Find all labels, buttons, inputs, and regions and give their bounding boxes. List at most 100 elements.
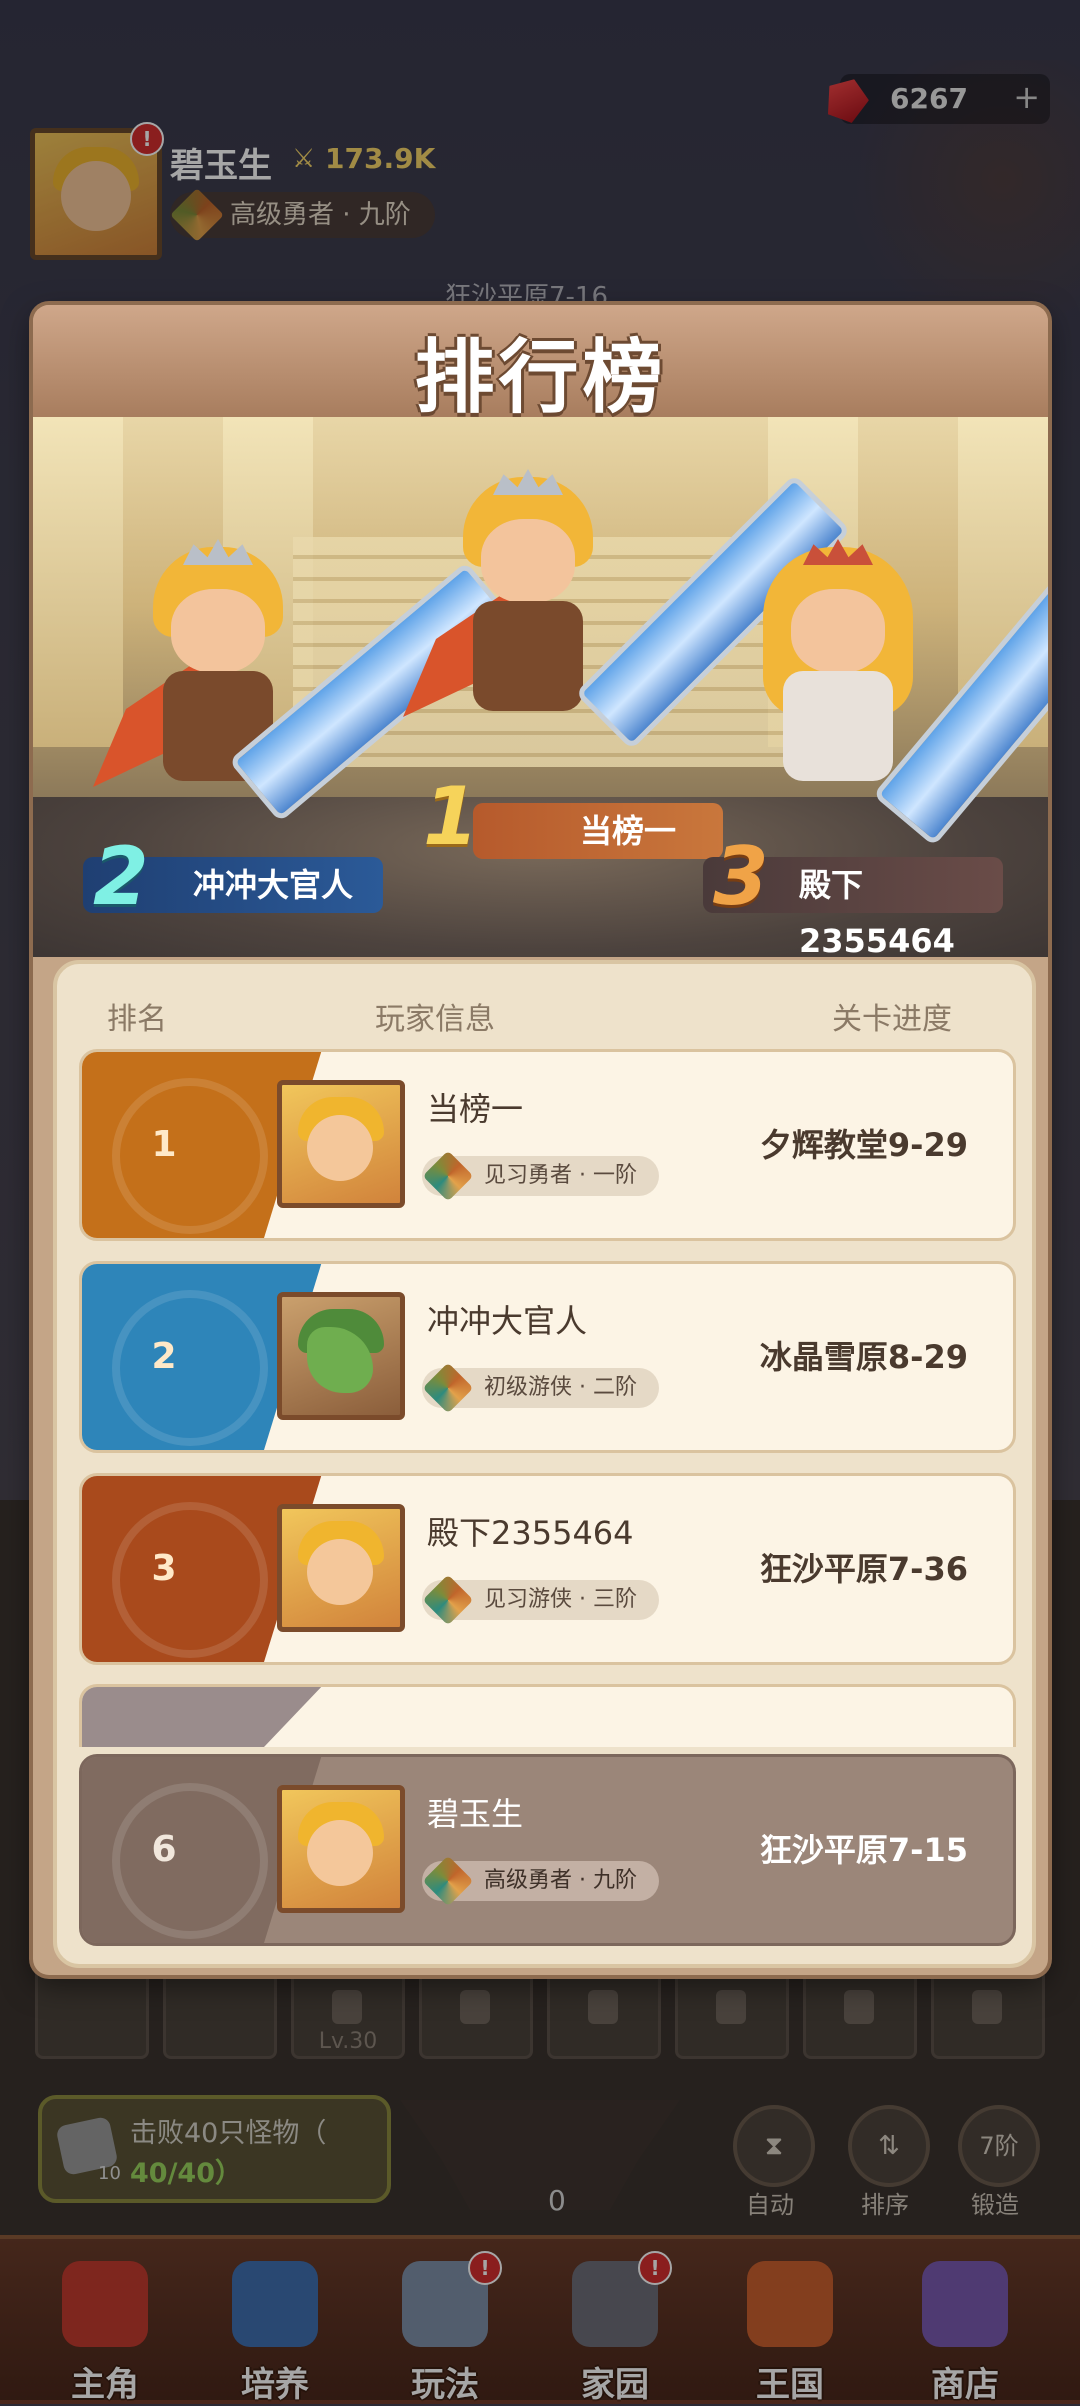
column-player: 玩家信息 (375, 1002, 495, 1037)
rank-gem-icon (422, 1574, 474, 1626)
equipment-slots: Lv.30 (35, 1965, 1045, 2060)
lock-icon (972, 1990, 1002, 2024)
ranking-list[interactable]: 排名 玩家信息 关卡进度 1 当榜一 见习勇者 · 一阶 夕辉教堂9-29 2 … (53, 960, 1036, 1968)
shop-icon (922, 2261, 1008, 2347)
player-title: 见习游侠 · 三阶 (422, 1574, 659, 1626)
locked-slot[interactable] (803, 1965, 917, 2059)
add-gems-button[interactable]: + (1013, 78, 1040, 116)
anvil-count: 0 (548, 2184, 566, 2217)
locked-slot[interactable] (931, 1965, 1045, 2059)
nav-home[interactable]: ! 家园 (540, 2251, 690, 2405)
ranking-row[interactable]: 1 当榜一 见习勇者 · 一阶 夕辉教堂9-29 (79, 1049, 1016, 1241)
column-rank: 排名 (107, 1002, 167, 1037)
nav-label: 主角 (71, 2365, 139, 2405)
rank-number: 1 (151, 1124, 177, 1165)
sort-button[interactable]: ⇅ (848, 2105, 930, 2187)
ranking-row-partial[interactable] (79, 1684, 1016, 1747)
hero-face (481, 519, 575, 603)
nav-train[interactable]: 培养 (200, 2251, 350, 2405)
equipment-slot[interactable] (163, 1965, 277, 2059)
hero-body (783, 671, 893, 781)
player-avatar[interactable] (277, 1504, 405, 1632)
power-icon: ⚔ (292, 144, 316, 174)
rank-gem-icon (170, 188, 224, 242)
nav-label: 玩法 (411, 2365, 479, 2405)
crown-icon (493, 469, 563, 495)
hero-body (473, 601, 583, 711)
locked-slot[interactable]: Lv.30 (291, 1965, 405, 2059)
nav-shop[interactable]: 商店 (890, 2251, 1040, 2405)
nav-hero[interactable]: 主角 (30, 2251, 180, 2405)
gem-counter: 6267 + (840, 74, 1050, 124)
auto-label: 自动 (746, 2191, 794, 2219)
my-ranking-row[interactable]: 6 碧玉生 高级勇者 · 九阶 狂沙平原7-15 (79, 1754, 1016, 1946)
player-info[interactable]: ! 碧玉生 ⚔ 173.9K 高级勇者 · 九阶 (30, 122, 470, 260)
alert-badge: ! (638, 2251, 672, 2285)
gem-value: 6267 (890, 82, 968, 115)
lock-icon (460, 1990, 490, 2024)
player-name: 当榜一 (427, 1090, 524, 1128)
lock-icon (844, 1990, 874, 2024)
sort-label: 排序 (861, 2191, 909, 2219)
player-power: 173.9K (325, 142, 436, 175)
nav-label: 培养 (241, 2365, 309, 2405)
avatar-face (307, 1820, 373, 1886)
helmet-icon (232, 2261, 318, 2347)
lock-icon (716, 1990, 746, 2024)
equipment-slot[interactable] (35, 1965, 149, 2059)
ranking-row[interactable]: 3 殿下2355464 见习游侠 · 三阶 狂沙平原7-36 (79, 1473, 1016, 1665)
rank-number: 6 (151, 1829, 177, 1870)
player-avatar[interactable] (277, 1785, 405, 1913)
podium-name-2: 冲冲大官人 (193, 866, 354, 904)
alert-badge: ! (130, 122, 164, 156)
forge-button[interactable]: 7阶 (958, 2105, 1040, 2187)
podium-rank-2: 2 (93, 830, 149, 923)
nav-play[interactable]: ! 玩法 (370, 2251, 520, 2405)
stage-progress: 夕辉教堂9-29 (759, 1126, 968, 1164)
rank-gem-icon (422, 1362, 474, 1414)
player-title: 初级游侠 · 二阶 (422, 1362, 659, 1414)
podium-rank-1: 1 (423, 770, 479, 863)
nav-label: 王国 (756, 2365, 824, 2405)
locked-slot[interactable] (547, 1965, 661, 2059)
quest-reward-count: 10 (98, 2163, 121, 2184)
player-avatar[interactable] (277, 1080, 405, 1208)
column-progress: 关卡进度 (832, 1002, 952, 1037)
ranking-row[interactable]: 2 冲冲大官人 初级游侠 · 二阶 冰晶雪原8-29 (79, 1261, 1016, 1453)
hero-face (791, 589, 885, 673)
player-name: 殿下2355464 (427, 1514, 634, 1552)
avatar-face (61, 161, 131, 231)
stage-progress: 冰晶雪原8-29 (759, 1338, 968, 1376)
player-rank-title: 高级勇者 · 九阶 (230, 200, 411, 230)
rank-gem-icon (422, 1150, 474, 1202)
hero-face (171, 589, 265, 673)
nav-label: 商店 (931, 2365, 999, 2405)
modal-title: 排行榜 (414, 331, 667, 424)
stage-progress: 狂沙平原7-15 (759, 1831, 968, 1869)
podium-scene: 当榜一 1 冲冲大官人 2 殿下2355464 3 (33, 417, 1048, 957)
auto-button[interactable]: ⧗ (733, 2105, 815, 2187)
player-rank-pill: 高级勇者 · 九阶 (170, 188, 435, 242)
forge-label: 锻造 (971, 2191, 1019, 2219)
crown-icon (62, 2261, 148, 2347)
rank-number: 2 (151, 1336, 177, 1377)
rank-number: 3 (151, 1548, 177, 1589)
player-avatar[interactable] (277, 1292, 405, 1420)
locked-slot[interactable] (675, 1965, 789, 2059)
player-name: 碧玉生 (427, 1795, 524, 1833)
leaderboard-modal: 排行榜 当榜一 1 冲冲大官人 2 殿下2355464 3 排名 玩家信息 关卡… (33, 305, 1048, 1975)
podium-rank-3: 3 (713, 830, 769, 923)
nav-label: 家园 (581, 2365, 649, 2405)
pillar-decoration (33, 417, 123, 747)
bottom-nav: 主角 培养 ! 玩法 ! 家园 王国 商店 (0, 2235, 1080, 2405)
lock-icon (588, 1990, 618, 2024)
player-title: 见习勇者 · 一阶 (422, 1150, 659, 1202)
nav-kingdom[interactable]: 王国 (715, 2251, 865, 2405)
quest-box[interactable]: 10 击败40只怪物（ 40/40） (38, 2095, 391, 2203)
locked-slot[interactable] (419, 1965, 533, 2059)
player-title: 高级勇者 · 九阶 (422, 1855, 659, 1907)
player-title-text: 见习游侠 · 三阶 (484, 1587, 637, 1612)
avatar-face (307, 1539, 373, 1605)
player-title-text: 高级勇者 · 九阶 (484, 1868, 637, 1893)
slot-level: Lv.30 (318, 2029, 378, 2054)
